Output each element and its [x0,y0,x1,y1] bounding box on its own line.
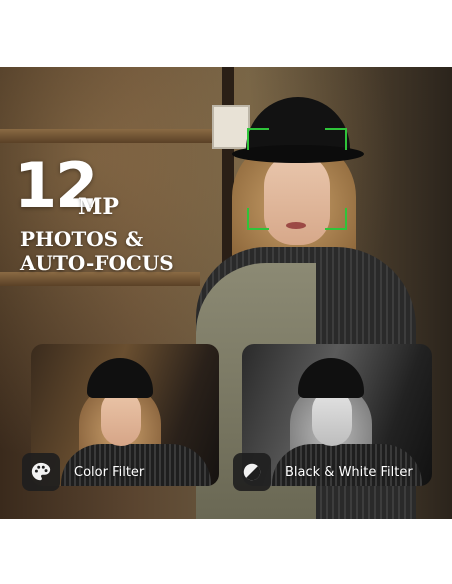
filter-name: Black & White Filter [285,464,413,480]
headline-tagline: PHOTOS & AUTO-FOCUS [20,227,174,275]
preview-face [101,390,141,446]
tagline-line-2: AUTO-FOCUS [20,251,174,275]
model-lips [286,222,306,229]
picture-frame [212,105,250,149]
product-banner: 12 MP PHOTOS & AUTO-FOCUS Color Filter B… [0,67,452,519]
palette-icon [22,453,60,491]
contrast-icon [233,453,271,491]
color-filter-label: Color Filter [22,452,144,492]
focus-bracket-bottom-left [247,208,269,230]
megapixel-unit: MP [78,194,119,220]
preview-face [312,390,352,446]
preview-hat [87,358,153,398]
bw-filter-label: Black & White Filter [233,452,413,492]
focus-bracket-bottom-right [325,208,347,230]
preview-hat [298,358,364,398]
focus-bracket-top-left [247,128,269,150]
filter-name: Color Filter [74,464,145,480]
tagline-line-1: PHOTOS & [20,227,144,251]
model-face [264,153,330,245]
focus-bracket-top-right [325,128,347,150]
